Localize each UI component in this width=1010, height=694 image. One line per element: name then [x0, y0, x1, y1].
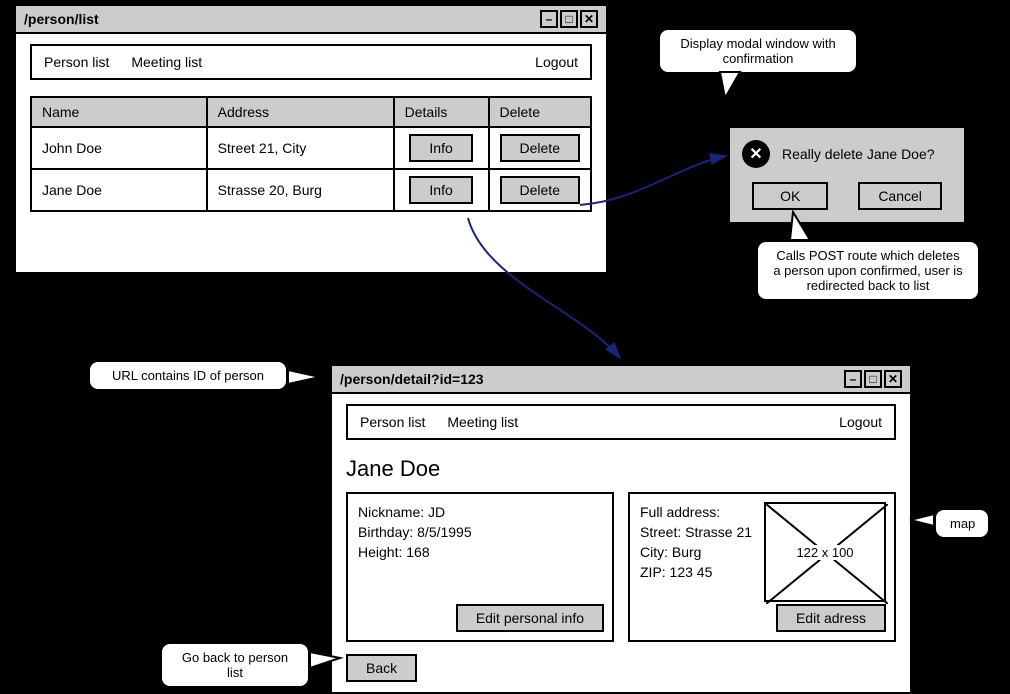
navbar: Person list Meeting list Logout [346, 404, 896, 440]
cell-name: John Doe [31, 127, 207, 169]
close-icon[interactable]: ✕ [580, 10, 598, 28]
window-person-detail: /person/detail?id=123 – □ ✕ Person list … [330, 364, 912, 694]
delete-button[interactable]: Delete [500, 134, 580, 162]
col-details: Details [394, 97, 489, 127]
person-table: Name Address Details Delete John Doe Str… [30, 96, 592, 212]
minimize-icon[interactable]: – [540, 10, 558, 28]
window-body: Person list Meeting list Logout Name Add… [16, 34, 606, 272]
callout-back: Go back to person list [160, 642, 310, 688]
window-title: /person/list [24, 11, 99, 27]
callout-map: map [934, 508, 990, 539]
window-controls: – □ ✕ [540, 10, 598, 28]
cancel-button[interactable]: Cancel [858, 182, 942, 210]
height-label: Height: 168 [358, 544, 602, 560]
table-row: Jane Doe Strasse 20, Burg Info Delete [31, 169, 591, 211]
nickname-label: Nickname: JD [358, 504, 602, 520]
titlebar: /person/list – □ ✕ [16, 6, 606, 34]
edit-address-button[interactable]: Edit adress [776, 604, 886, 632]
person-name-heading: Jane Doe [346, 456, 896, 482]
col-address: Address [207, 97, 394, 127]
window-person-list: /person/list – □ ✕ Person list Meeting l… [14, 4, 608, 274]
maximize-icon[interactable]: □ [864, 370, 882, 388]
window-title: /person/detail?id=123 [340, 371, 484, 387]
navbar: Person list Meeting list Logout [30, 44, 592, 80]
info-button[interactable]: Info [409, 176, 472, 204]
nav-person-list[interactable]: Person list [360, 414, 425, 430]
close-icon[interactable]: ✕ [884, 370, 902, 388]
cell-address: Street 21, City [207, 127, 394, 169]
confirm-dialog: ✕ Really delete Jane Doe? OK Cancel [728, 126, 966, 224]
close-icon[interactable]: ✕ [742, 140, 770, 168]
maximize-icon[interactable]: □ [560, 10, 578, 28]
delete-button[interactable]: Delete [500, 176, 580, 204]
nav-logout[interactable]: Logout [839, 414, 882, 430]
personal-info-panel: Nickname: JD Birthday: 8/5/1995 Height: … [346, 492, 614, 642]
address-panel: Full address: Street: Strasse 21 City: B… [628, 492, 896, 642]
nav-person-list[interactable]: Person list [44, 54, 109, 70]
info-button[interactable]: Info [409, 134, 472, 162]
ok-button[interactable]: OK [752, 182, 828, 210]
minimize-icon[interactable]: – [844, 370, 862, 388]
back-button[interactable]: Back [346, 654, 417, 682]
titlebar: /person/detail?id=123 – □ ✕ [332, 366, 910, 394]
edit-personal-button[interactable]: Edit personal info [456, 604, 604, 632]
dialog-title: Really delete Jane Doe? [782, 146, 935, 162]
cell-name: Jane Doe [31, 169, 207, 211]
birthday-label: Birthday: 8/5/1995 [358, 524, 602, 540]
table-row: John Doe Street 21, City Info Delete [31, 127, 591, 169]
window-controls: – □ ✕ [844, 370, 902, 388]
window-body: Person list Meeting list Logout Jane Doe… [332, 394, 910, 692]
map-placeholder: 122 x 100 [764, 502, 886, 602]
nav-meeting-list[interactable]: Meeting list [447, 414, 518, 430]
cell-address: Strasse 20, Burg [207, 169, 394, 211]
col-name: Name [31, 97, 207, 127]
callout-post: Calls POST route which deletes a person … [756, 240, 980, 301]
callout-urlid: URL contains ID of person [88, 360, 288, 391]
callout-modal: Display modal window with confirmation [658, 28, 858, 74]
nav-logout[interactable]: Logout [535, 54, 578, 70]
col-delete: Delete [489, 97, 591, 127]
nav-meeting-list[interactable]: Meeting list [131, 54, 202, 70]
